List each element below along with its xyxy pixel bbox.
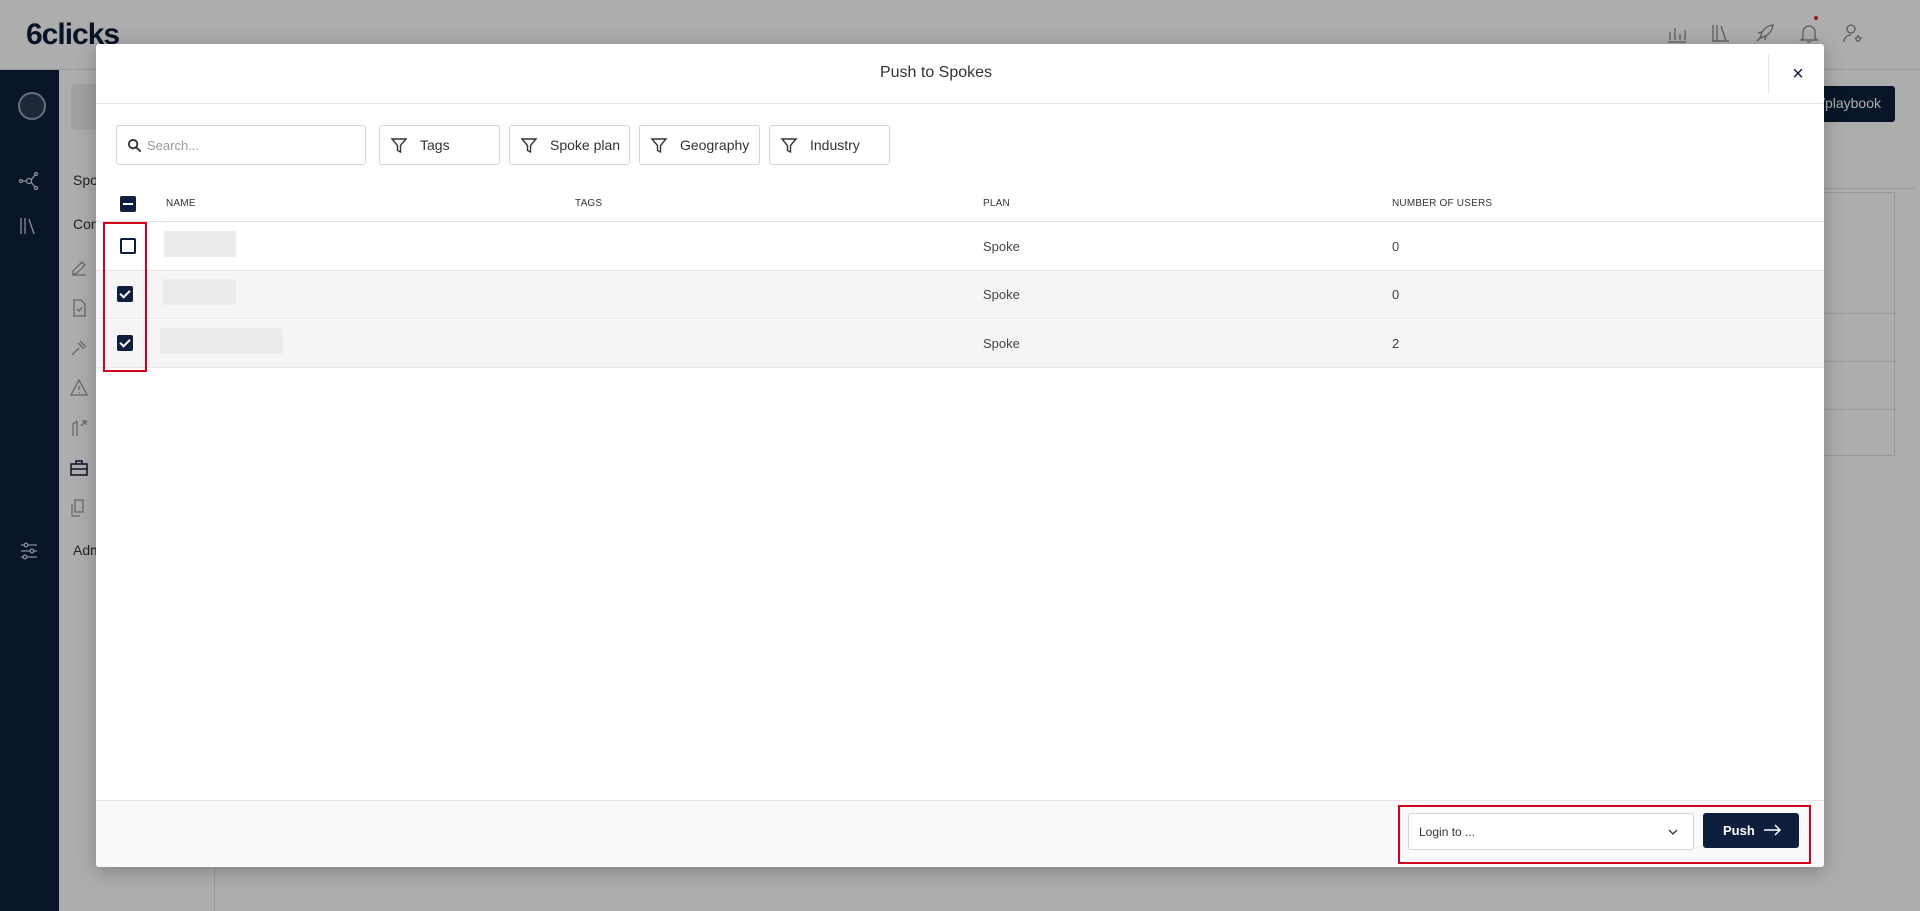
filter-geography-button[interactable]: Geography <box>639 125 760 165</box>
filter-industry-button[interactable]: Industry <box>769 125 890 165</box>
spoke-name-redacted <box>164 231 236 257</box>
table-row[interactable]: Spoke 2 <box>96 320 1824 368</box>
filter-spoke-plan-label: Spoke plan <box>550 137 621 153</box>
filter-geography-label: Geography <box>680 137 750 153</box>
push-button-label: Push <box>1723 823 1755 838</box>
push-to-spokes-modal: Push to Spokes × Tags Spoke plan Geograp… <box>96 44 1824 867</box>
table-header: NAME TAGS PLAN NUMBER OF USERS <box>96 184 1824 222</box>
filter-spoke-plan-button[interactable]: Spoke plan <box>509 125 630 165</box>
column-header-name[interactable]: NAME <box>166 198 196 209</box>
row-users: 0 <box>1392 239 1400 254</box>
row-plan: Spoke <box>983 336 1020 351</box>
arrow-right-icon <box>1764 824 1781 836</box>
column-header-number-of-users[interactable]: NUMBER OF USERS <box>1392 198 1492 209</box>
table-row[interactable]: Spoke 0 <box>96 271 1824 319</box>
filter-icon <box>780 138 798 154</box>
filter-tags-button[interactable]: Tags <box>379 125 500 165</box>
modal-title: Push to Spokes <box>879 64 993 81</box>
search-icon <box>127 138 142 153</box>
row-users: 0 <box>1392 287 1400 302</box>
filter-icon <box>390 138 408 154</box>
filter-industry-label: Industry <box>810 137 860 153</box>
table-row[interactable]: Spoke 0 <box>96 223 1824 271</box>
column-header-tags[interactable]: TAGS <box>575 198 602 209</box>
modal-footer: Login to ... Push <box>96 800 1824 867</box>
close-button[interactable]: × <box>1786 62 1810 86</box>
push-button[interactable]: Push <box>1703 813 1799 848</box>
filter-icon <box>520 138 538 154</box>
login-to-selected-value: Login to ... <box>1419 825 1476 839</box>
column-header-plan[interactable]: PLAN <box>983 198 1010 209</box>
chevron-down-icon <box>1668 829 1678 835</box>
filter-tags-label: Tags <box>420 137 450 153</box>
spoke-name-redacted <box>163 279 236 305</box>
select-all-checkbox[interactable] <box>120 196 136 212</box>
checkbox-column-highlight <box>103 222 147 372</box>
login-to-select[interactable]: Login to ... <box>1408 813 1694 850</box>
row-plan: Spoke <box>983 239 1020 254</box>
search-input[interactable] <box>147 134 357 156</box>
filter-icon <box>650 138 668 154</box>
spoke-name-redacted <box>160 328 283 354</box>
row-plan: Spoke <box>983 287 1020 302</box>
search-field[interactable] <box>116 125 366 165</box>
header-divider <box>1768 54 1769 94</box>
row-users: 2 <box>1392 336 1400 351</box>
modal-header: Push to Spokes × <box>96 44 1824 104</box>
